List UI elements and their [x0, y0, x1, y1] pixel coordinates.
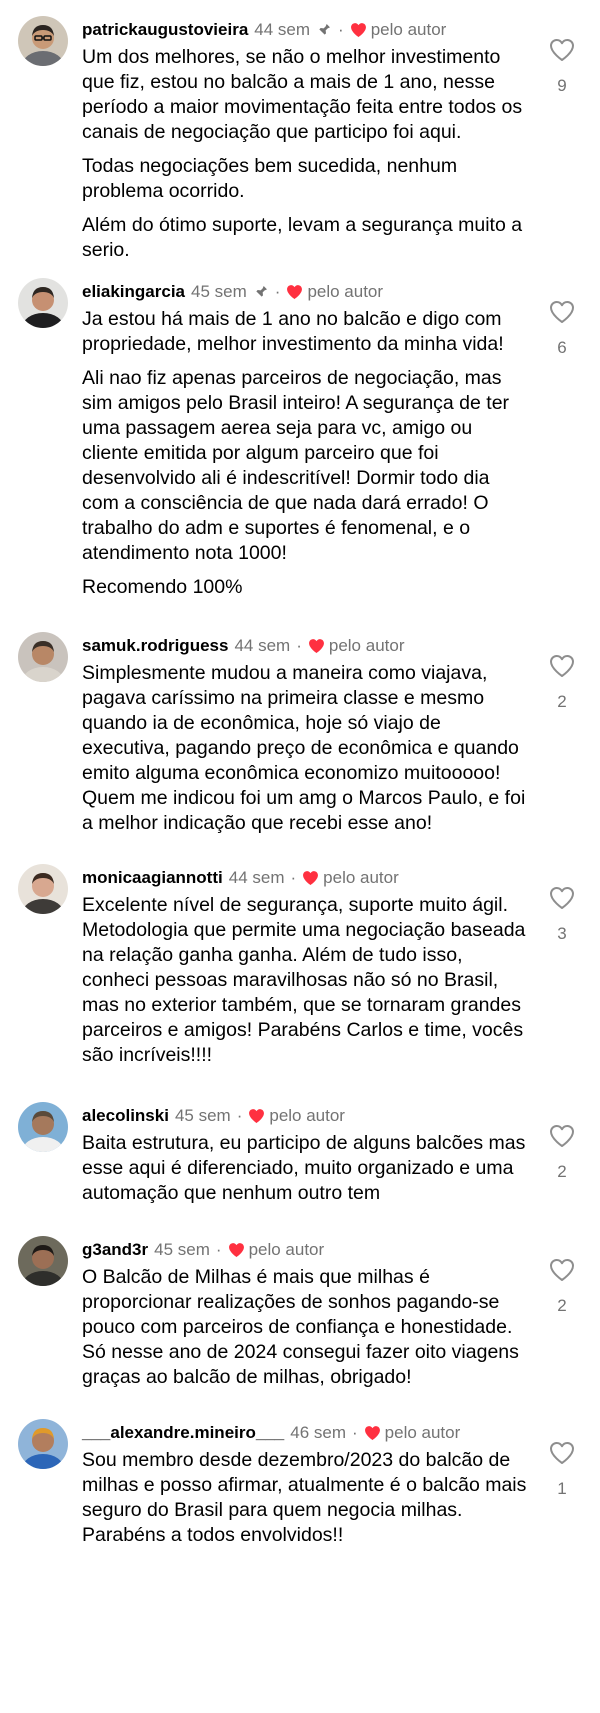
comment-text: Simplesmente mudou a maneira como viajav…: [82, 661, 530, 836]
pin-icon: [318, 24, 331, 36]
like-count: 1: [557, 1479, 567, 1498]
timestamp: 45 sem: [191, 282, 247, 301]
heart-filled-icon: [308, 639, 324, 654]
username[interactable]: samuk.rodriguess: [82, 634, 228, 658]
avatar[interactable]: [18, 864, 68, 914]
heart-outline-icon[interactable]: [549, 300, 575, 324]
heart-outline-icon[interactable]: [549, 1258, 575, 1282]
like-button[interactable]: 2: [548, 1258, 576, 1316]
username[interactable]: alecolinski: [82, 1104, 169, 1128]
comment-paragraph: Sou membro desde dezembro/2023 do balcão…: [82, 1449, 527, 1546]
by-author-label: pelo autor: [384, 1423, 461, 1442]
timestamp: 44 sem: [228, 868, 285, 887]
heart-outline-icon[interactable]: [549, 886, 575, 910]
comment-paragraph: Ali nao fiz apenas parceiros de negociaç…: [82, 367, 510, 564]
heart-outline-icon[interactable]: [549, 38, 575, 62]
comment-text: Um dos melhores, se não o melhor investi…: [82, 45, 530, 263]
comment-header: alecolinski 45 sem · pelo autor: [82, 1104, 345, 1128]
avatar[interactable]: [18, 1236, 68, 1286]
like-count: 2: [557, 1296, 567, 1315]
comment-text: O Balcão de Milhas é mais que milhas é p…: [82, 1265, 530, 1390]
by-author-label: pelo autor: [323, 868, 399, 887]
heart-outline-icon[interactable]: [549, 1124, 575, 1148]
by-author-label: pelo autor: [307, 282, 384, 301]
comment-paragraph: Recomendo 100%: [82, 576, 243, 598]
by-author-label: pelo autor: [248, 1240, 325, 1259]
avatar-image: [18, 632, 68, 682]
avatar-image: [18, 16, 68, 66]
comment-text: Excelente nível de segurança, suporte mu…: [82, 893, 530, 1068]
comment-text: Baita estrutura, eu participo de alguns …: [82, 1131, 530, 1206]
avatar[interactable]: [18, 1419, 68, 1469]
separator-dot: ·: [296, 636, 302, 655]
separator-dot: ·: [236, 1106, 243, 1125]
avatar[interactable]: [18, 632, 68, 682]
by-author-label: pelo autor: [328, 636, 405, 655]
like-count: 2: [557, 1162, 567, 1181]
comment-paragraph: Ja estou há mais de 1 ano no balcão e di…: [82, 308, 504, 355]
comment-text: Ja estou há mais de 1 ano no balcão e di…: [82, 307, 530, 600]
like-button[interactable]: 1: [548, 1441, 576, 1499]
like-count: 6: [557, 338, 567, 357]
separator-dot: ·: [351, 1423, 358, 1442]
by-author-label: pelo autor: [370, 20, 447, 39]
like-count: 3: [557, 924, 567, 943]
username[interactable]: patrickaugustovieira: [82, 18, 248, 42]
avatar-image: [18, 1419, 68, 1469]
comment-paragraph: Um dos melhores, se não o melhor investi…: [82, 46, 523, 143]
heart-filled-icon: [228, 1243, 244, 1258]
timestamp: 44 sem: [254, 20, 311, 39]
timestamp: 46 sem: [290, 1423, 346, 1442]
avatar[interactable]: [18, 1102, 68, 1152]
heart-filled-icon: [303, 871, 319, 886]
comment-text: Sou membro desde dezembro/2023 do balcão…: [82, 1448, 530, 1548]
like-button[interactable]: 9: [548, 38, 576, 96]
comment-header: ___alexandre.mineiro___ 46 sem · pelo au…: [82, 1421, 460, 1445]
like-button[interactable]: 3: [548, 886, 576, 944]
avatar-image: [18, 864, 68, 914]
like-button[interactable]: 2: [548, 1124, 576, 1182]
pin-icon: [255, 286, 267, 298]
comment-paragraph: Todas negociações bem sucedida, nenhum p…: [82, 155, 458, 202]
heart-filled-icon: [350, 23, 366, 38]
heart-filled-icon: [364, 1426, 380, 1441]
avatar-image: [18, 1102, 68, 1152]
comment-paragraph: Baita estrutura, eu participo de alguns …: [82, 1132, 526, 1204]
avatar-image: [18, 278, 68, 328]
separator-dot: ·: [290, 868, 297, 887]
comment-header: eliakingarcia 45 sem · pelo autor: [82, 280, 383, 304]
username[interactable]: ___alexandre.mineiro___: [82, 1421, 284, 1445]
by-author-label: pelo autor: [269, 1106, 345, 1125]
separator-dot: ·: [338, 20, 344, 39]
comment-paragraph: Simplesmente mudou a maneira como viajav…: [82, 662, 526, 834]
username[interactable]: monicaagiannotti: [82, 866, 223, 890]
separator-dot: ·: [215, 1240, 222, 1259]
heart-outline-icon[interactable]: [549, 1441, 575, 1465]
heart-filled-icon: [249, 1109, 265, 1124]
comment-feed: patrickaugustovieira 44 sem · pelo autor…: [0, 0, 600, 1713]
comment-header: samuk.rodriguess 44 sem · pelo autor: [82, 634, 405, 658]
avatar-image: [18, 1236, 68, 1286]
username[interactable]: g3and3r: [82, 1238, 148, 1262]
avatar[interactable]: [18, 16, 68, 66]
comment-paragraph: Excelente nível de segurança, suporte mu…: [82, 894, 526, 1066]
timestamp: 45 sem: [154, 1240, 210, 1259]
heart-filled-icon: [287, 285, 303, 300]
like-count: 9: [557, 76, 567, 95]
like-button[interactable]: 6: [548, 300, 576, 358]
like-count: 2: [557, 692, 567, 711]
like-button[interactable]: 2: [548, 654, 576, 712]
comment-paragraph: Além do ótimo suporte, levam a segurança…: [82, 214, 523, 261]
avatar[interactable]: [18, 278, 68, 328]
comment-header: monicaagiannotti 44 sem · pelo autor: [82, 866, 399, 890]
username[interactable]: eliakingarcia: [82, 280, 185, 304]
heart-outline-icon[interactable]: [549, 654, 575, 678]
comment-paragraph: O Balcão de Milhas é mais que milhas é p…: [82, 1266, 519, 1388]
comment-header: g3and3r 45 sem · pelo autor: [82, 1238, 324, 1262]
comment-header: patrickaugustovieira 44 sem · pelo autor: [82, 18, 446, 42]
timestamp: 45 sem: [174, 1106, 231, 1125]
timestamp: 44 sem: [234, 636, 291, 655]
separator-dot: ·: [274, 282, 281, 301]
